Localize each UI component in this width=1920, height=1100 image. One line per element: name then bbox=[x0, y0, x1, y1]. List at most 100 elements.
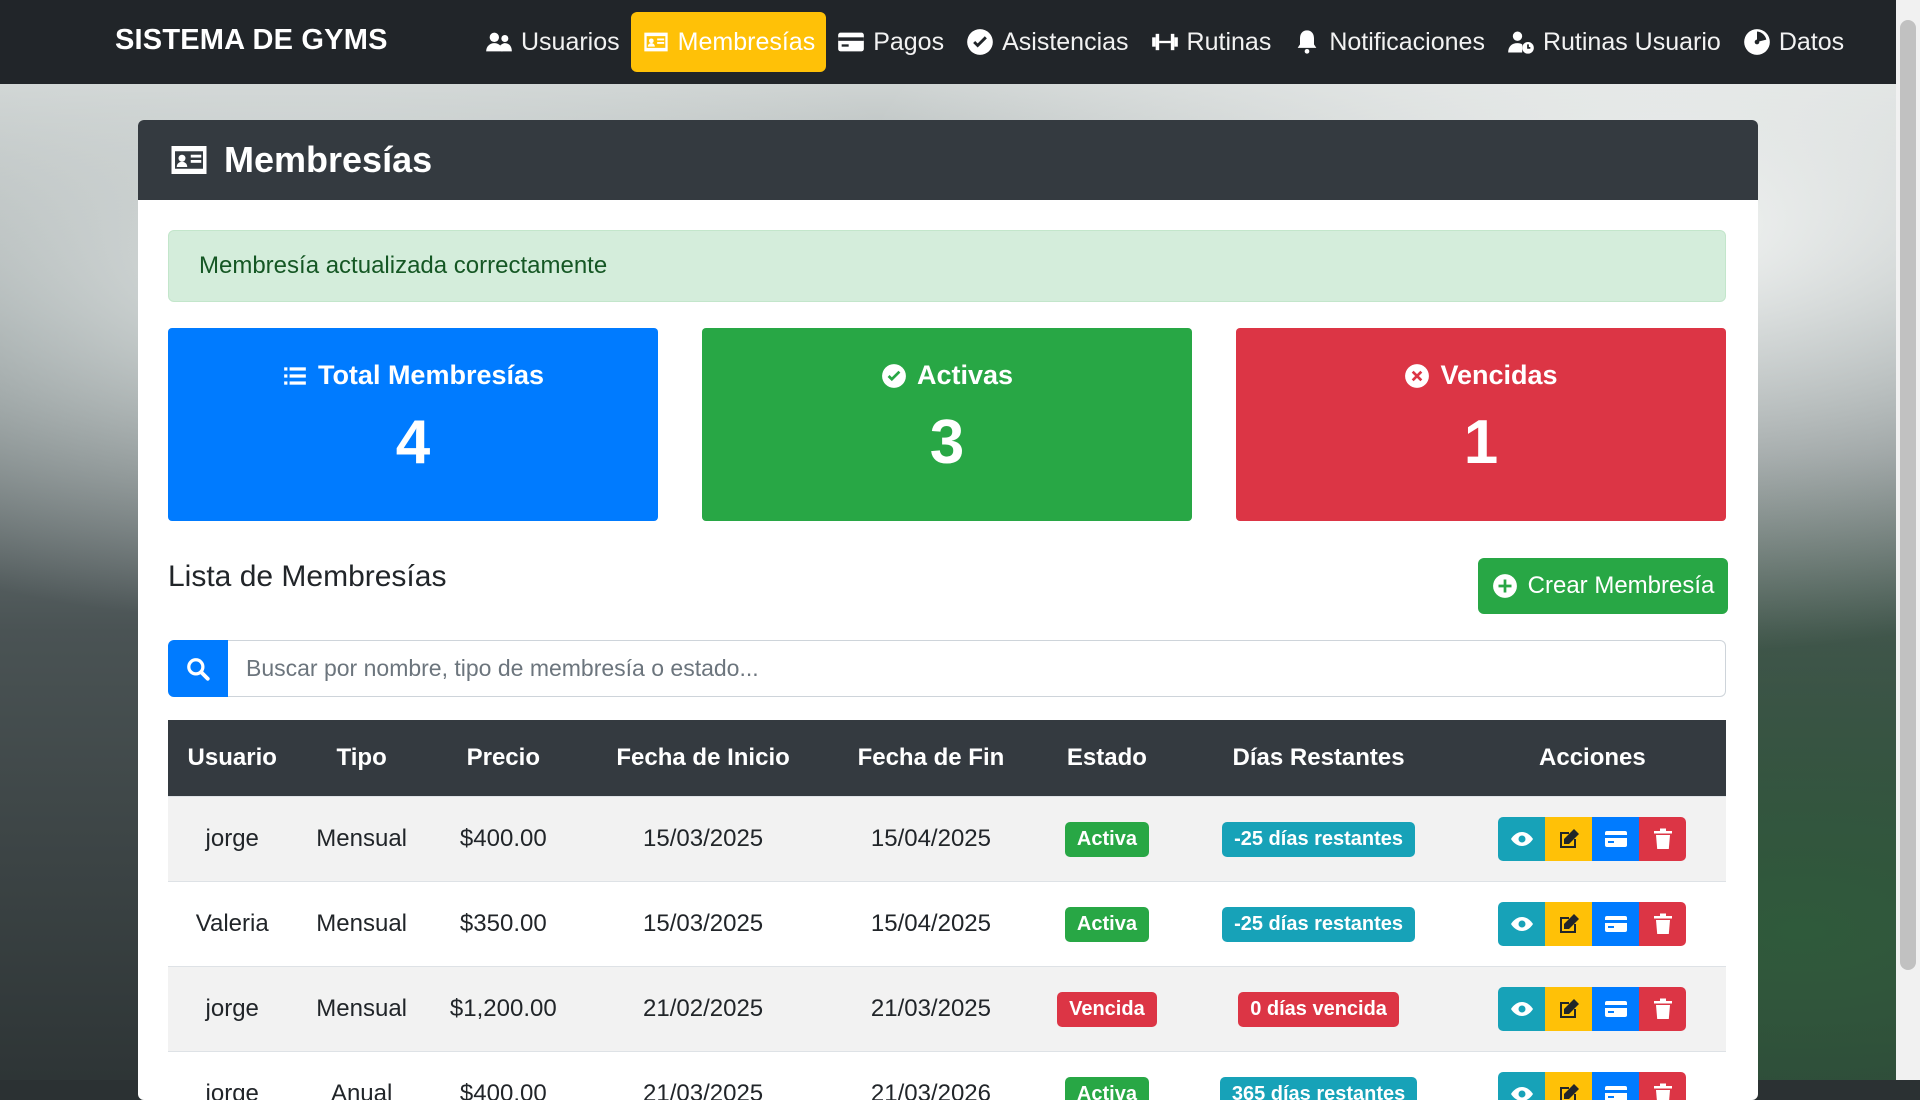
status-badge: Activa bbox=[1065, 1077, 1149, 1100]
cell-tipo: Mensual bbox=[296, 882, 426, 967]
nav-item-asistencias[interactable]: Asistencias bbox=[955, 12, 1139, 72]
scrollbar-thumb[interactable] bbox=[1900, 20, 1916, 970]
create-membership-button[interactable]: Crear Membresía bbox=[1478, 558, 1728, 614]
delete-button[interactable] bbox=[1639, 902, 1686, 946]
edit-icon bbox=[1557, 1082, 1581, 1100]
page-scrollbar[interactable] bbox=[1896, 0, 1920, 1080]
stat-active-label: Activas bbox=[917, 360, 1013, 391]
header-fecha-inicio: Fecha de Inicio bbox=[580, 720, 827, 797]
nav-item-notificaciones[interactable]: Notificaciones bbox=[1282, 12, 1496, 72]
credit-card-icon bbox=[1604, 997, 1628, 1021]
edit-icon bbox=[1557, 827, 1581, 851]
edit-button[interactable] bbox=[1545, 987, 1592, 1031]
row-actions bbox=[1498, 987, 1686, 1031]
table-row: jorge Mensual $1,200.00 21/02/2025 21/03… bbox=[168, 967, 1726, 1052]
stat-expired: Vencidas 1 bbox=[1236, 328, 1726, 521]
table-row: Valeria Mensual $350.00 15/03/2025 15/04… bbox=[168, 882, 1726, 967]
view-button[interactable] bbox=[1498, 987, 1545, 1031]
nav-item-rutinas[interactable]: Rutinas bbox=[1140, 12, 1283, 72]
payment-button[interactable] bbox=[1592, 817, 1639, 861]
credit-card-icon bbox=[1604, 912, 1628, 936]
credit-card-icon bbox=[1604, 827, 1628, 851]
cell-fecha-inicio: 15/03/2025 bbox=[580, 882, 827, 967]
cell-estado: Activa bbox=[1035, 882, 1178, 967]
nav-label-rutinas: Rutinas bbox=[1187, 28, 1272, 57]
search-input[interactable] bbox=[228, 640, 1726, 697]
stat-total-value: 4 bbox=[168, 407, 658, 478]
nav-label-usuarios: Usuarios bbox=[521, 28, 620, 57]
memberships-table: Usuario Tipo Precio Fecha de Inicio Fech… bbox=[168, 720, 1726, 1100]
cell-precio: $400.00 bbox=[427, 1052, 580, 1100]
search-button[interactable] bbox=[168, 640, 228, 697]
trash-icon bbox=[1651, 912, 1675, 936]
nav-item-datos[interactable]: Datos bbox=[1732, 12, 1855, 72]
edit-button[interactable] bbox=[1545, 1072, 1592, 1100]
status-badge: Activa bbox=[1065, 907, 1149, 942]
plus-circle-icon bbox=[1492, 573, 1518, 599]
header-dias-restantes: Días Restantes bbox=[1178, 720, 1458, 797]
cell-acciones bbox=[1459, 882, 1726, 967]
credit-card-icon bbox=[1604, 1082, 1628, 1100]
cell-fecha-inicio: 21/03/2025 bbox=[580, 1052, 827, 1100]
cell-fecha-fin: 15/04/2025 bbox=[826, 797, 1035, 882]
view-button[interactable] bbox=[1498, 817, 1545, 861]
table-row: jorge Mensual $400.00 15/03/2025 15/04/2… bbox=[168, 797, 1726, 882]
trash-icon bbox=[1651, 997, 1675, 1021]
eye-icon bbox=[1510, 827, 1534, 851]
cell-dias: -25 días restantes bbox=[1178, 882, 1458, 967]
nav-item-usuarios[interactable]: Usuarios bbox=[474, 12, 631, 72]
trash-icon bbox=[1651, 827, 1675, 851]
stat-total-label: Total Membresías bbox=[318, 360, 544, 391]
cell-precio: $350.00 bbox=[427, 882, 580, 967]
eye-icon bbox=[1510, 912, 1534, 936]
header-fecha-fin: Fecha de Fin bbox=[826, 720, 1035, 797]
card-body: Membresía actualizada correctamente Tota… bbox=[138, 200, 1758, 260]
edit-button[interactable] bbox=[1545, 902, 1592, 946]
payment-button[interactable] bbox=[1592, 902, 1639, 946]
view-button[interactable] bbox=[1498, 902, 1545, 946]
cell-fecha-fin: 21/03/2026 bbox=[826, 1052, 1035, 1100]
edit-icon bbox=[1557, 997, 1581, 1021]
nav-item-pagos[interactable]: Pagos bbox=[826, 12, 955, 72]
nav-label-pagos: Pagos bbox=[873, 28, 944, 57]
list-icon bbox=[282, 363, 308, 389]
nav-menu: Usuarios Membresías Pagos Asistencias Ru… bbox=[474, 12, 1855, 72]
payment-button[interactable] bbox=[1592, 987, 1639, 1031]
stat-total-title: Total Membresías bbox=[168, 360, 658, 391]
delete-button[interactable] bbox=[1639, 817, 1686, 861]
cell-usuario: jorge bbox=[168, 967, 296, 1052]
cell-tipo: Anual bbox=[296, 1052, 426, 1100]
edit-button[interactable] bbox=[1545, 817, 1592, 861]
table-row: jorge Anual $400.00 21/03/2025 21/03/202… bbox=[168, 1052, 1726, 1100]
nav-label-asistencias: Asistencias bbox=[1002, 28, 1128, 57]
card-header: Membresías bbox=[138, 120, 1758, 200]
chart-icon bbox=[1743, 28, 1771, 56]
row-actions bbox=[1498, 902, 1686, 946]
cell-tipo: Mensual bbox=[296, 797, 426, 882]
view-button[interactable] bbox=[1498, 1072, 1545, 1100]
stat-active-title: Activas bbox=[702, 360, 1192, 391]
table-header-row: Usuario Tipo Precio Fecha de Inicio Fech… bbox=[168, 720, 1726, 797]
list-title: Lista de Membresías bbox=[168, 560, 446, 594]
payment-button[interactable] bbox=[1592, 1072, 1639, 1100]
header-precio: Precio bbox=[427, 720, 580, 797]
edit-icon bbox=[1557, 912, 1581, 936]
nav-item-membresias[interactable]: Membresías bbox=[631, 12, 827, 72]
stat-expired-title: Vencidas bbox=[1236, 360, 1726, 391]
cell-estado: Activa bbox=[1035, 797, 1178, 882]
header-usuario: Usuario bbox=[168, 720, 296, 797]
cell-usuario: jorge bbox=[168, 1052, 296, 1100]
times-circle-icon bbox=[1404, 363, 1430, 389]
credit-card-icon bbox=[837, 28, 865, 56]
brand-title[interactable]: SISTEMA DE GYMS bbox=[115, 24, 388, 57]
cell-fecha-fin: 21/03/2025 bbox=[826, 967, 1035, 1052]
delete-button[interactable] bbox=[1639, 987, 1686, 1031]
stat-expired-value: 1 bbox=[1236, 407, 1726, 478]
nav-item-rutinas-usuario[interactable]: Rutinas Usuario bbox=[1496, 12, 1732, 72]
days-badge: -25 días restantes bbox=[1222, 907, 1415, 942]
cell-tipo: Mensual bbox=[296, 967, 426, 1052]
delete-button[interactable] bbox=[1639, 1072, 1686, 1100]
row-actions bbox=[1498, 817, 1686, 861]
stat-active-value: 3 bbox=[702, 407, 1192, 478]
success-alert: Membresía actualizada correctamente bbox=[168, 230, 1726, 302]
